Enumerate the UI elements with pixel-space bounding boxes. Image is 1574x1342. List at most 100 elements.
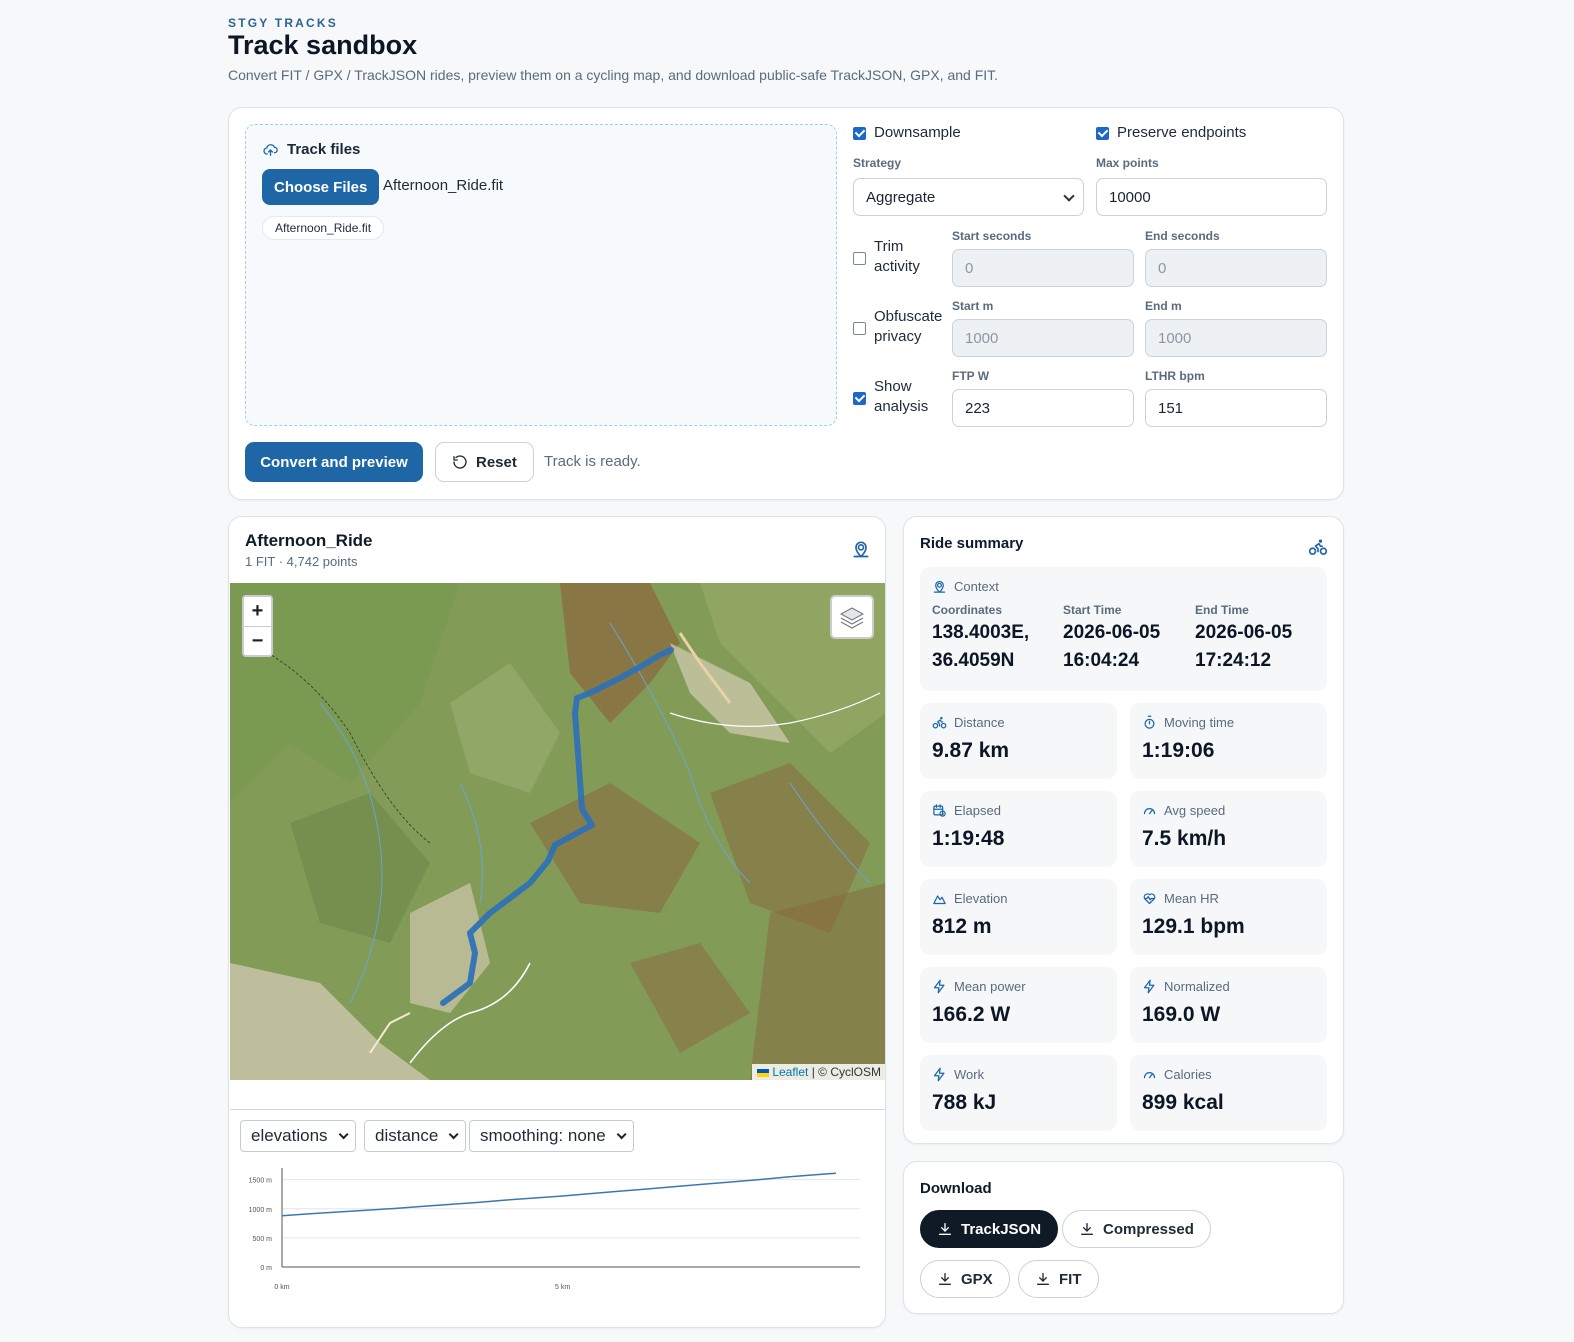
stopwatch-icon <box>1144 715 1155 729</box>
chevron-down-icon <box>1063 190 1075 202</box>
trim-checkbox[interactable] <box>853 252 866 265</box>
obfuscate-end-label: End m <box>1145 299 1182 313</box>
max-points-label: Max points <box>1096 156 1159 170</box>
stat-value: 899 kcal <box>1142 1091 1224 1114</box>
trim-start-input[interactable]: 0 <box>952 249 1134 287</box>
stat-elapsed: Elapsed 1:19:48 <box>920 791 1117 867</box>
coordinates-value: 138.4003E, 36.4059N <box>932 619 1057 675</box>
summary-title: Ride summary <box>920 535 1024 552</box>
obfuscate-label-line2: privacy <box>874 328 922 345</box>
trim-toggle[interactable]: Trim activity <box>853 237 920 277</box>
stat-value: 169.0 W <box>1142 1003 1221 1026</box>
bolt-icon <box>933 979 945 994</box>
elevation-chart: 0 m 500 m 1000 m 1500 m 0 km 5 km <box>249 1168 860 1291</box>
metric-select-value: elevations <box>251 1126 328 1145</box>
end-time-block: End Time 2026-06-05 17:24:12 <box>1195 603 1320 675</box>
stat-label: Elapsed <box>932 803 1001 818</box>
analysis-toggle[interactable]: Show analysis <box>853 377 928 417</box>
zoom-in-button[interactable]: + <box>244 597 271 626</box>
download-icon <box>1081 1223 1093 1235</box>
obfuscate-label-line1: Obfuscate <box>874 308 943 325</box>
coordinates-line2: 36.4059N <box>932 650 1015 671</box>
leaflet-link[interactable]: Leaflet <box>772 1065 808 1079</box>
smoothing-select-value: smoothing: none <box>480 1126 606 1145</box>
zoom-control: + − <box>242 595 273 657</box>
file-dropzone[interactable]: Track files Choose Files Afternoon_Ride.… <box>245 124 837 426</box>
mountain-icon <box>933 895 946 905</box>
stat-avg-speed: Avg speed 7.5 km/h <box>1130 791 1327 867</box>
download-fit-button[interactable]: FIT <box>1018 1260 1099 1298</box>
axis-select[interactable]: distance <box>364 1120 467 1152</box>
downsample-label: Downsample <box>874 124 961 141</box>
chosen-file-name: Afternoon_Ride.fit <box>383 177 504 194</box>
app-eyebrow: STGY TRACKS <box>228 16 338 30</box>
ftp-input[interactable]: 223 <box>952 389 1134 427</box>
smoothing-select[interactable]: smoothing: none <box>469 1120 634 1152</box>
ftp-label: FTP W <box>952 369 990 383</box>
gauge-icon <box>1143 1072 1156 1079</box>
metric-select[interactable]: elevations <box>240 1120 356 1152</box>
stat-value: 788 kJ <box>932 1091 997 1114</box>
fit-label: FIT <box>1059 1270 1082 1288</box>
map-card: Afternoon_Ride 1 FIT · 4,742 points + − … <box>228 516 886 1328</box>
analysis-label-line2: analysis <box>874 398 929 415</box>
trim-label-line2: activity <box>874 258 920 275</box>
layers-icon <box>839 607 865 629</box>
page-title: Track sandbox <box>228 30 418 60</box>
strategy-select[interactable]: Aggregate <box>853 178 1084 216</box>
end-time-value: 2026-06-05 17:24:12 <box>1195 619 1320 675</box>
stat-label-text: Moving time <box>1164 715 1235 730</box>
start-time-label: Start Time <box>1063 603 1122 617</box>
heart-pulse-icon <box>1143 893 1156 905</box>
convert-preview-button[interactable]: Convert and preview <box>245 442 423 482</box>
trackjson-label: TrackJSON <box>961 1220 1042 1238</box>
layers-button[interactable] <box>830 595 874 639</box>
preserve-endpoints-checkbox[interactable] <box>1096 127 1109 140</box>
x-tick-label: 0 km <box>274 1284 289 1291</box>
end-time-line1: 2026-06-05 <box>1195 622 1293 643</box>
preserve-endpoints-toggle[interactable]: Preserve endpoints <box>1096 124 1246 141</box>
elevation-chart-panel: elevations distance smoothing: none 0 m 5… <box>230 1109 885 1327</box>
downsample-toggle[interactable]: Downsample <box>853 124 961 141</box>
trim-end-label: End seconds <box>1145 229 1220 243</box>
analysis-checkbox[interactable] <box>853 392 866 405</box>
lthr-input[interactable]: 151 <box>1145 389 1327 427</box>
obfuscate-start-label: Start m <box>952 299 994 313</box>
coordinates-block: Coordinates 138.4003E, 36.4059N <box>932 603 1057 675</box>
stat-value: 1:19:48 <box>932 827 1005 850</box>
obfuscate-end-input[interactable]: 1000 <box>1145 319 1327 357</box>
reset-label: Reset <box>476 453 517 471</box>
obfuscate-toggle[interactable]: Obfuscate privacy <box>853 307 942 347</box>
zoom-out-button[interactable]: − <box>244 626 271 655</box>
strategy-label: Strategy <box>853 156 902 170</box>
trim-label-line1: Trim <box>874 238 904 255</box>
stat-label-text: Avg speed <box>1164 803 1226 818</box>
bike-icon <box>1308 539 1328 555</box>
stat-elevation: Elevation 812 m <box>920 879 1117 955</box>
analysis-label-line1: Show <box>874 378 912 395</box>
calendar-clock-icon <box>933 804 946 817</box>
coordinates-line1: 138.4003E, <box>932 622 1030 643</box>
track-title: Afternoon_Ride <box>245 531 373 550</box>
trim-start-label: Start seconds <box>952 229 1032 243</box>
choose-files-button[interactable]: Choose Files <box>262 169 380 205</box>
download-gpx-button[interactable]: GPX <box>920 1260 1010 1298</box>
obfuscate-checkbox[interactable] <box>853 322 866 335</box>
x-tick-label: 5 km <box>555 1284 570 1291</box>
stat-work: Work 788 kJ <box>920 1055 1117 1131</box>
download-icon <box>1037 1273 1049 1285</box>
stat-label: Elevation <box>932 891 1007 906</box>
attribution-text: | © CyclOSM <box>811 1065 881 1079</box>
reset-button[interactable]: Reset <box>435 442 534 482</box>
coordinates-label: Coordinates <box>932 603 1003 617</box>
trim-end-input[interactable]: 0 <box>1145 249 1327 287</box>
downsample-checkbox[interactable] <box>853 127 866 140</box>
obfuscate-start-input[interactable]: 1000 <box>952 319 1134 357</box>
download-trackjson-button[interactable]: TrackJSON <box>920 1210 1059 1248</box>
map-pin-icon <box>853 541 869 558</box>
stat-label: Calories <box>1142 1067 1212 1082</box>
max-points-input[interactable]: 10000 <box>1096 178 1327 216</box>
cycling-map[interactable]: + − Leaflet | © CyclOSM <box>230 583 885 1080</box>
download-compressed-button[interactable]: Compressed <box>1062 1210 1211 1248</box>
page-subtitle: Convert FIT / GPX / TrackJSON rides, pre… <box>228 67 999 83</box>
